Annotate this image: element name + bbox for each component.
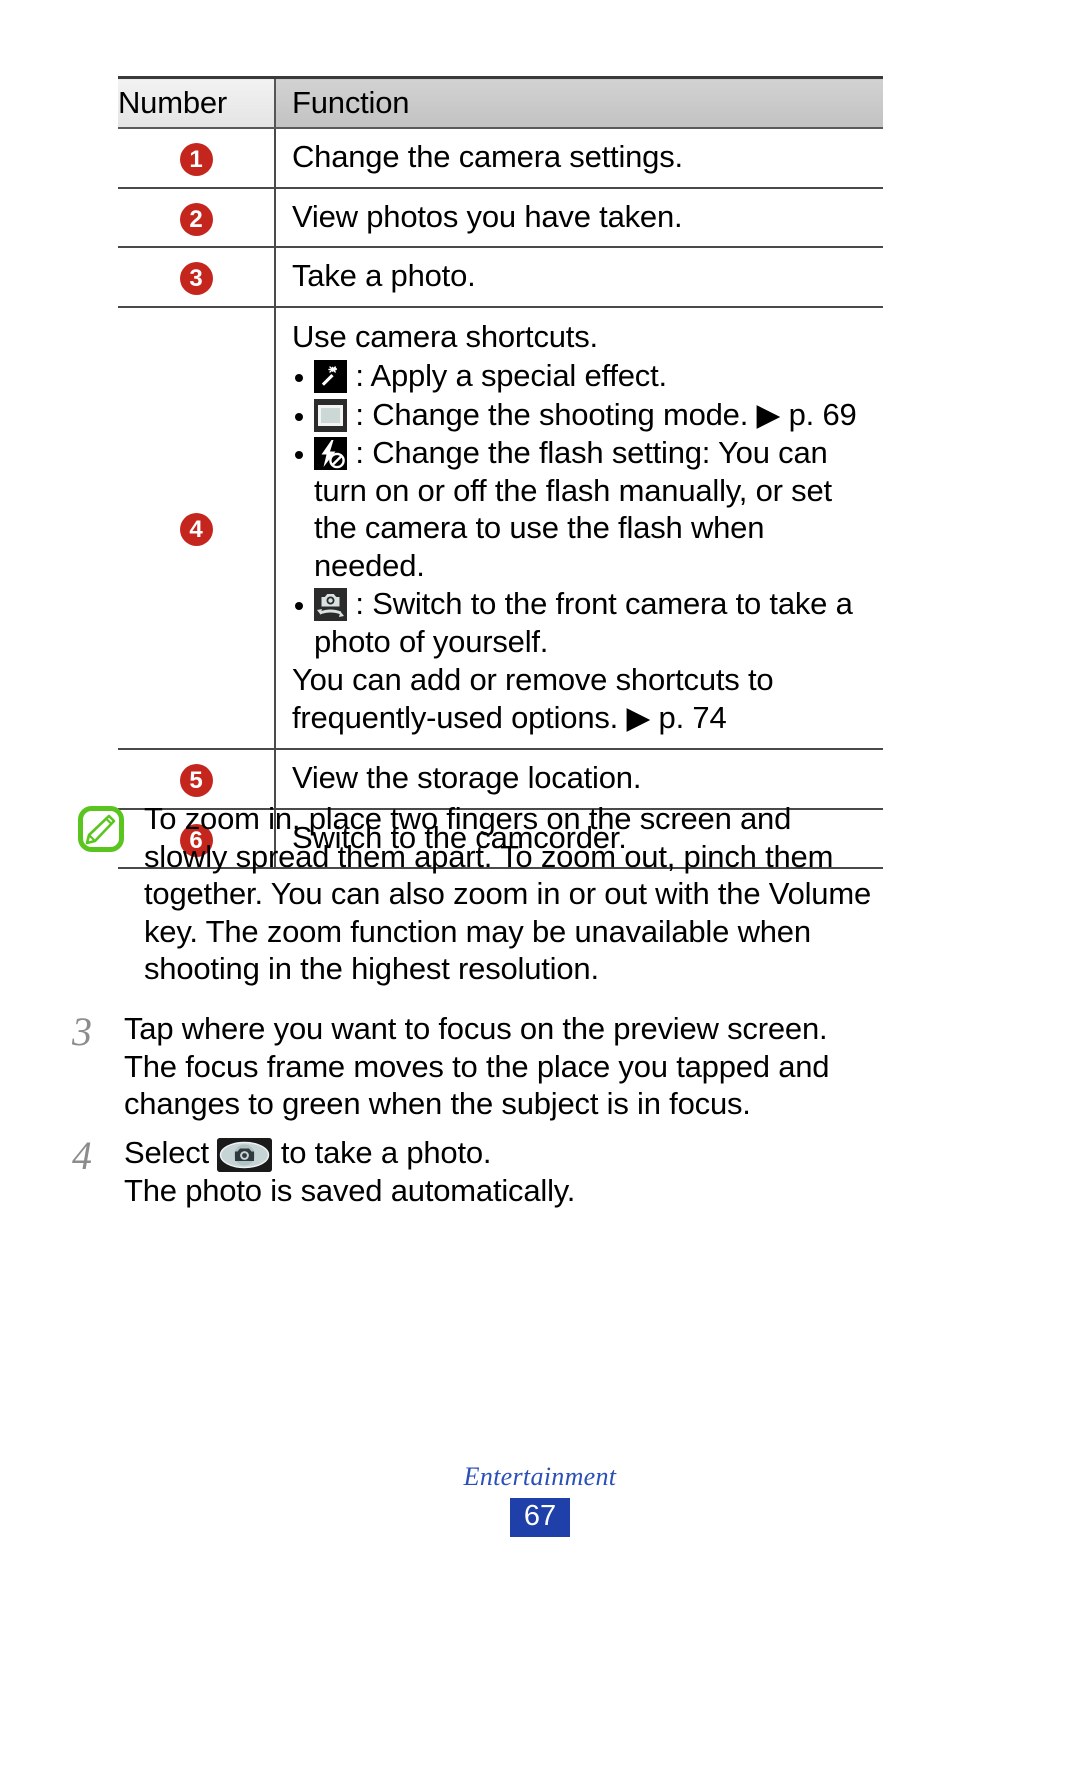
step-text-after: to take a photo.	[280, 1135, 492, 1170]
bullet-text: : Apply a special effect.	[355, 358, 667, 393]
table-row: 4 Use camera shortcuts.: Apply a specia…	[118, 306, 883, 750]
row-number-cell: 1	[118, 128, 275, 189]
shortcut-bullet-list: : Apply a special effect. : Change the s…	[292, 357, 877, 660]
number-badge-2: 2	[179, 202, 213, 236]
number-badge-5: 5	[179, 764, 213, 798]
step-text: Tap where you want to focus on the previ…	[124, 1011, 830, 1121]
step-4: 4 Select to take a photo. The photo is s…	[72, 1134, 882, 1210]
function-table: Number Function 1 Change the camera sett…	[118, 76, 883, 869]
page-footer: Entertainment 67	[0, 1462, 1080, 1538]
footer-section-title: Entertainment	[463, 1462, 617, 1491]
row-function-cell: View photos you have taken.	[274, 187, 883, 248]
step-3: 3 Tap where you want to focus on the pre…	[72, 1010, 882, 1123]
row-number-cell: 4	[118, 306, 275, 750]
number-badge-1: 1	[179, 143, 213, 177]
note-callout: To zoom in, place two fingers on the scr…	[78, 800, 878, 988]
list-item: : Change the flash setting: You can turn…	[292, 434, 877, 584]
table-row: 3 Take a photo.	[118, 247, 883, 308]
bullet-text: : Change the flash setting: You can turn…	[314, 435, 832, 583]
column-header-function: Function	[274, 76, 883, 129]
row-function-cell: Change the camera settings.	[274, 128, 883, 189]
step-number: 3	[72, 1009, 92, 1054]
step-text: Select to take a photo. The photo is sav…	[124, 1134, 575, 1210]
table-row: 1 Change the camera settings.	[118, 128, 883, 189]
front-camera-icon	[314, 588, 347, 621]
step-number: 4	[72, 1133, 92, 1178]
note-pencil-icon	[78, 806, 124, 852]
note-text: To zoom in, place two fingers on the scr…	[144, 801, 871, 986]
row-number-cell: 2	[118, 187, 275, 248]
page-number: 67	[509, 1498, 571, 1538]
step-text-second-line: The photo is saved automatically.	[124, 1173, 576, 1208]
step-text-before: Select	[124, 1135, 209, 1170]
column-header-number: Number	[118, 76, 275, 129]
row-function-cell: Use camera shortcuts.: Apply a special …	[274, 306, 883, 750]
list-item: : Switch to the front camera to take a p…	[292, 585, 877, 660]
list-item: : Change the shooting mode. ▶ p. 69	[292, 396, 877, 434]
row-function-cell: Take a photo.	[274, 247, 883, 308]
number-badge-3: 3	[179, 262, 213, 296]
shortcuts-intro: Use camera shortcuts.	[292, 318, 598, 354]
shooting-mode-icon	[314, 398, 347, 432]
number-badge-4: 4	[179, 513, 213, 547]
shortcuts-tail: You can add or remove shortcuts to frequ…	[292, 662, 774, 735]
list-item: : Apply a special effect.	[292, 357, 877, 395]
table-header-row: Number Function	[118, 76, 883, 129]
row-number-cell: 3	[118, 247, 275, 308]
manual-page: Number Function 1 Change the camera sett…	[0, 0, 1080, 1771]
shutter-button-icon	[217, 1138, 273, 1172]
bullet-text: : Change the shooting mode. ▶ p. 69	[355, 396, 857, 432]
table-row: 2 View photos you have taken.	[118, 187, 883, 248]
special-effect-icon	[314, 360, 347, 393]
flash-setting-icon	[314, 437, 347, 470]
bullet-text: : Switch to the front camera to take a p…	[314, 586, 853, 659]
